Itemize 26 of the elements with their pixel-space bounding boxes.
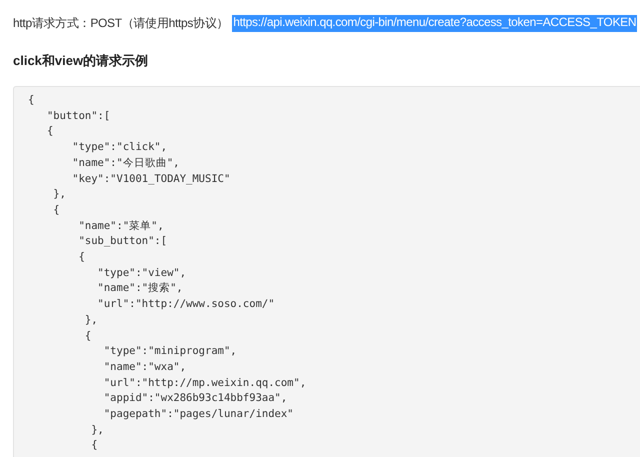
code-line: "pagepath":"pages/lunar/index"	[102, 407, 294, 422]
code-line: "button":[	[46, 108, 110, 124]
code-line: {	[46, 124, 54, 140]
api-url-text: https://api.weixin.qq.com/cgi-bin/menu/create?access_token=ACCESS_TOKEN	[232, 15, 638, 32]
code-line: "name":"菜单",	[78, 218, 164, 234]
code-line: },	[52, 187, 66, 202]
code-line: {	[90, 438, 98, 454]
code-line: "type":"view",	[96, 266, 186, 281]
code-line: {	[78, 250, 85, 266]
request-method-text: http请求方式：POST（请使用https协议）	[13, 15, 228, 32]
code-line: "type":"miniprogram",	[102, 344, 237, 360]
section-heading: click和view的请求示例	[12, 52, 150, 70]
code-line: {	[52, 202, 60, 218]
code-line: "name":"今日歌曲",	[71, 156, 180, 171]
code-line: "name":"搜索",	[96, 281, 183, 296]
code-line: "name":"wxa",	[102, 360, 186, 375]
code-line: "url":"http://www.soso.com/"	[96, 297, 275, 312]
code-line: "appid":"wx286b93c14bbf93aa",	[102, 391, 288, 406]
code-line: "sub_button":[	[78, 234, 168, 250]
code-line: },	[90, 422, 104, 438]
code-line: "key":"V1001_TODAY_MUSIC"	[71, 172, 230, 187]
code-line: "url":"http://mp.weixin.qq.com",	[102, 376, 306, 391]
code-line: "type":"click",	[71, 140, 168, 156]
code-line: {	[28, 93, 34, 108]
code-line: {	[84, 328, 92, 344]
code-line: },	[84, 312, 98, 328]
